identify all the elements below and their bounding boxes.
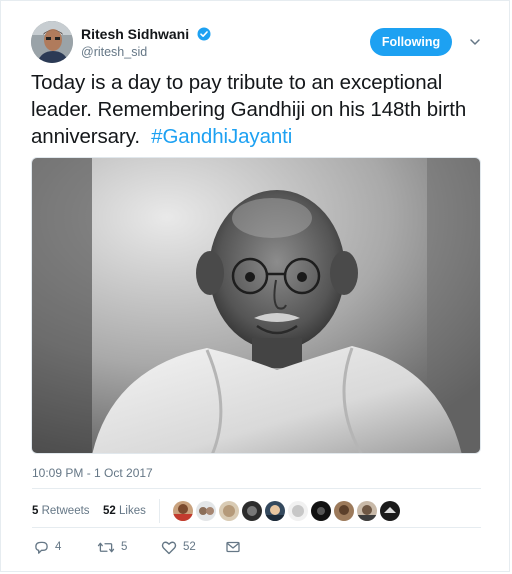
likes-label: Likes — [119, 505, 146, 517]
reply-count: 4 — [55, 541, 62, 553]
likes-count: 52 — [103, 505, 116, 517]
tweet-header: Ritesh Sidhwani @ritesh_sid Following — [31, 21, 501, 67]
liker-avatar[interactable] — [379, 501, 400, 521]
retweets-stat[interactable]: 5 Retweets — [32, 499, 90, 523]
tweet-text: Today is a day to pay tribute to an exce… — [31, 69, 491, 150]
direct-message-button[interactable] — [226, 538, 240, 556]
retweets-label: Retweets — [41, 505, 90, 517]
liker-avatar[interactable] — [172, 501, 193, 521]
envelope-icon — [226, 541, 240, 553]
verified-badge-icon — [197, 27, 211, 41]
liker-avatar[interactable] — [287, 501, 308, 521]
author-name-block: Ritesh Sidhwani @ritesh_sid — [81, 25, 211, 59]
liker-avatar[interactable] — [195, 501, 216, 521]
tweet-stats: 5 Retweets 52 Likes — [32, 499, 481, 523]
reply-icon — [35, 541, 48, 554]
liker-avatar[interactable] — [241, 501, 262, 521]
likes-stat[interactable]: 52 Likes — [103, 499, 146, 523]
retweet-button[interactable]: 5 — [97, 538, 127, 556]
liker-avatars — [172, 499, 403, 523]
author-avatar[interactable] — [31, 21, 73, 63]
liker-avatar[interactable] — [218, 501, 239, 521]
liker-avatar[interactable] — [356, 501, 377, 521]
tweet-photo[interactable] — [31, 157, 481, 454]
liker-avatar[interactable] — [264, 501, 285, 521]
author-display-name[interactable]: Ritesh Sidhwani — [81, 26, 189, 42]
liker-avatar[interactable] — [333, 501, 354, 521]
divider — [32, 488, 481, 489]
stats-separator — [159, 499, 161, 523]
chevron-down-icon[interactable] — [469, 35, 481, 47]
retweets-count: 5 — [32, 505, 39, 517]
tweet-card: Ritesh Sidhwani @ritesh_sid Following To… — [0, 0, 510, 572]
hashtag-link[interactable]: #GandhiJayanti — [151, 125, 292, 148]
author-handle[interactable]: @ritesh_sid — [81, 45, 211, 59]
retweet-count: 5 — [121, 541, 128, 553]
liker-avatar[interactable] — [310, 501, 331, 521]
like-count: 52 — [183, 541, 196, 553]
divider — [32, 527, 481, 528]
retweet-icon — [97, 542, 115, 552]
following-button[interactable]: Following — [370, 28, 452, 56]
tweet-timestamp[interactable]: 10:09 PM - 1 Oct 2017 — [32, 466, 153, 480]
tweet-actions: 4 5 52 — [34, 538, 434, 556]
like-button[interactable]: 52 — [161, 538, 196, 556]
heart-icon — [161, 541, 177, 554]
reply-button[interactable]: 4 — [34, 538, 61, 556]
